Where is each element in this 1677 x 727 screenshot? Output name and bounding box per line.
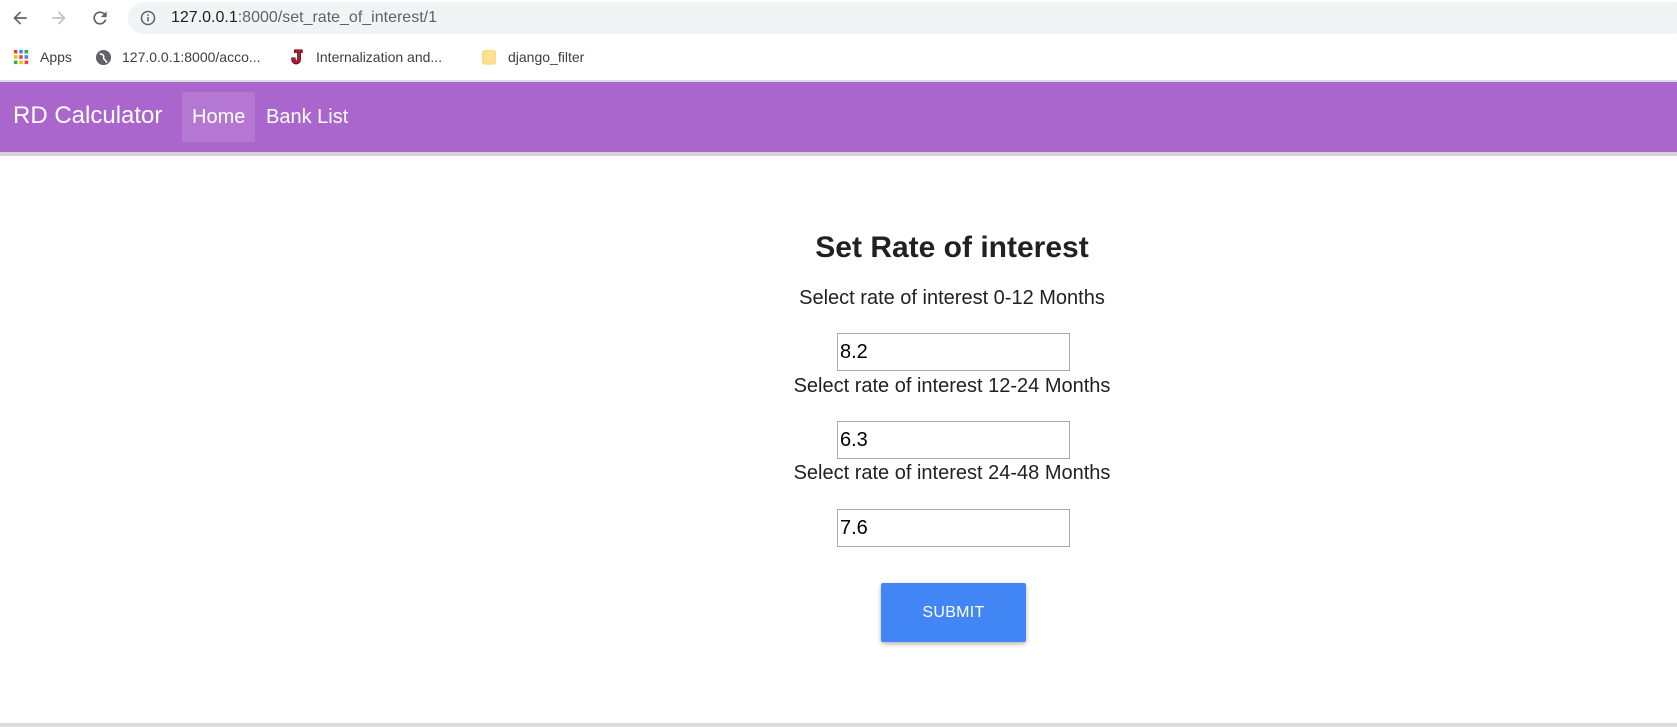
bookmark-label: Internalization and... xyxy=(316,49,443,65)
rate-input-24-48[interactable] xyxy=(837,509,1070,547)
browser-toolbar: 127.0.0.1:8000/set_rate_of_interest/1 xyxy=(0,0,1677,36)
bookmark-label: Apps xyxy=(40,49,72,65)
main-content: Set Rate of interest Select rate of inte… xyxy=(0,156,1677,723)
app-navbar: RD Calculator Home Bank List xyxy=(0,82,1677,152)
back-button[interactable] xyxy=(8,6,32,30)
reload-button[interactable] xyxy=(88,6,112,30)
rate-label-0-12: Select rate of interest 0-12 Months xyxy=(799,287,1105,309)
bookmark-django-filter[interactable]: django_filter xyxy=(480,46,584,68)
globe-icon xyxy=(94,48,112,66)
address-bar[interactable]: 127.0.0.1:8000/set_rate_of_interest/1 xyxy=(128,2,1677,34)
url-text: 127.0.0.1:8000/set_rate_of_interest/1 xyxy=(171,9,437,27)
j-logo-icon xyxy=(288,48,306,66)
folder-icon xyxy=(480,48,498,66)
bookmark-internalization[interactable]: Internalization and... xyxy=(288,46,442,68)
url-host: 127.0.0.1 xyxy=(171,9,238,26)
rate-label-24-48: Select rate of interest 24-48 Months xyxy=(793,462,1111,484)
rate-label-12-24: Select rate of interest 12-24 Months xyxy=(793,375,1111,397)
info-icon[interactable] xyxy=(140,10,156,26)
apps-grid-icon xyxy=(12,48,30,66)
bookmark-localhost[interactable]: 127.0.0.1:8000/acco... xyxy=(94,46,261,68)
forward-button[interactable] xyxy=(47,6,71,30)
page-bottom-border xyxy=(0,723,1677,727)
bookmarks-bar: Apps 127.0.0.1:8000/acco... Internalizat… xyxy=(0,40,1677,74)
submit-button[interactable]: SUBMIT xyxy=(881,583,1026,642)
arrow-right-icon xyxy=(52,11,66,25)
url-path: :8000/set_rate_of_interest/1 xyxy=(237,9,437,26)
rate-input-0-12[interactable] xyxy=(837,333,1070,371)
nav-bank-list[interactable]: Bank List xyxy=(256,92,358,142)
bookmark-label: 127.0.0.1:8000/acco... xyxy=(122,49,261,65)
arrow-left-icon xyxy=(13,11,27,25)
bookmark-label: django_filter xyxy=(508,49,585,65)
brand-logo[interactable]: RD Calculator xyxy=(13,102,162,130)
page-title: Set Rate of interest xyxy=(815,231,1089,264)
rate-input-12-24[interactable] xyxy=(837,421,1070,459)
reload-icon xyxy=(93,11,107,25)
nav-home[interactable]: Home xyxy=(182,92,256,142)
bookmark-apps[interactable]: Apps xyxy=(12,46,72,68)
